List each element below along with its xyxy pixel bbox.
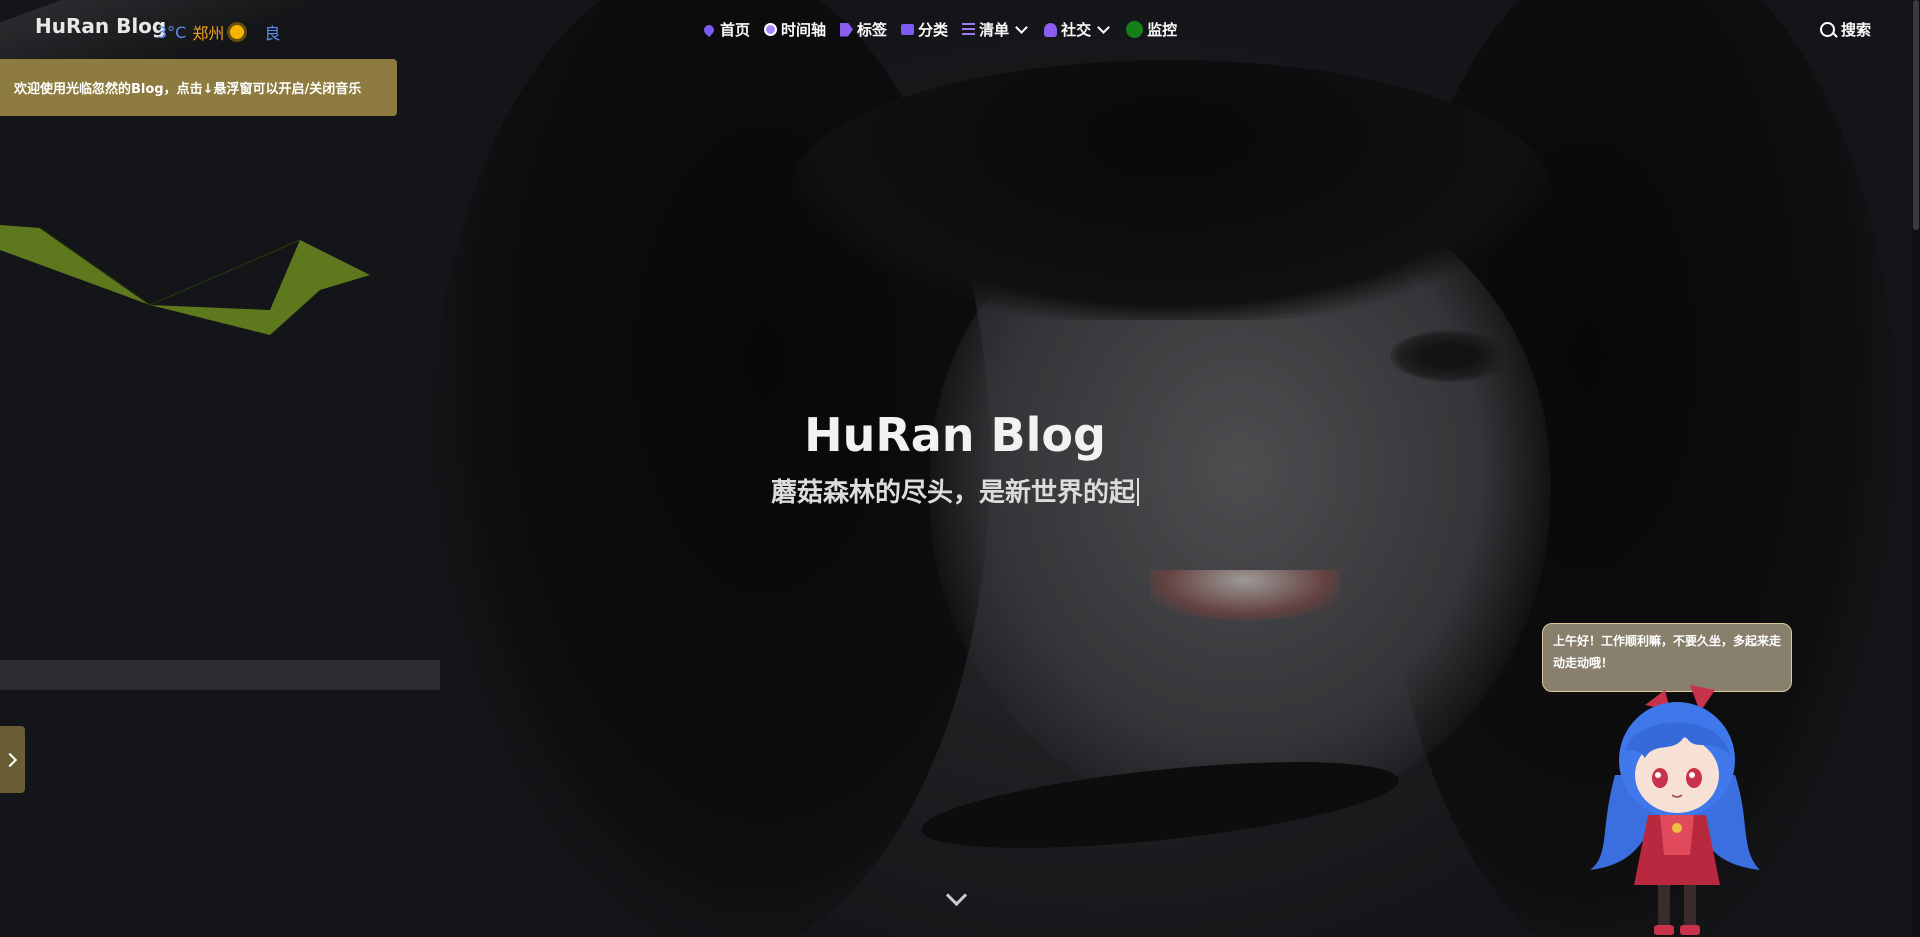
search-icon [1820, 22, 1835, 37]
nav-item-monitor[interactable]: 监控 [1126, 19, 1177, 40]
user-icon [1044, 22, 1058, 37]
welcome-toast: 欢迎使用光临忽然的Blog，点击↓悬浮窗可以开启/关闭音乐 [0, 59, 397, 116]
nav-item-social[interactable]: 社交 [1044, 19, 1112, 40]
hero-subtitle: 蘑菇森林的尽头，是新世界的起 [0, 472, 1910, 509]
nav-item-list[interactable]: 清单 [962, 19, 1030, 40]
nav-label: 首页 [720, 21, 751, 39]
live2d-mascot[interactable] [1590, 680, 1760, 937]
chevron-down-icon [1097, 21, 1110, 34]
chevron-down-icon [1015, 21, 1028, 34]
folder-icon [901, 24, 915, 35]
nav-label: 社交 [1061, 21, 1092, 39]
clock-icon [764, 23, 778, 36]
air-quality: 良 [264, 24, 281, 43]
sun-icon [230, 25, 245, 39]
weather-widget: 3°C 郑州 良 [157, 20, 280, 44]
tag-icon [840, 22, 854, 37]
nav-label: 分类 [918, 21, 949, 39]
search-label: 搜索 [1841, 21, 1872, 39]
weather-city: 郑州 [192, 24, 225, 43]
scrollbar-thumb[interactable] [1913, 0, 1919, 230]
nav-item-timeline[interactable]: 时间轴 [764, 19, 826, 40]
search-button[interactable]: 搜索 [1820, 19, 1871, 40]
decorative-shard [0, 225, 370, 335]
nav-label: 清单 [979, 21, 1010, 39]
hero-title: HuRan Blog [804, 408, 1106, 462]
nav-item-categories[interactable]: 分类 [901, 19, 948, 40]
nav-item-tags[interactable]: 标签 [840, 19, 887, 40]
sidebar-toggle-button[interactable] [0, 726, 25, 793]
site-logo[interactable]: HuRan Blog [35, 14, 166, 38]
nav-label: 标签 [857, 21, 888, 39]
status-dot-icon [1126, 21, 1144, 38]
list-icon [962, 22, 976, 37]
top-navbar: HuRan Blog 3°C 郑州 良 首页 时间轴 标签 分类 清单 社交 监… [0, 0, 1920, 60]
main-menu: 首页 时间轴 标签 分类 清单 社交 监控 [701, 19, 1177, 40]
typed-subtitle: 蘑菇森林的尽头，是新世界的起 [770, 478, 1135, 508]
nav-item-home[interactable]: 首页 [701, 19, 751, 40]
home-icon [701, 22, 717, 37]
weather-temperature: 3°C [157, 22, 187, 42]
nav-label: 时间轴 [781, 21, 827, 39]
nav-label: 监控 [1147, 21, 1178, 39]
typing-cursor [1137, 478, 1139, 506]
